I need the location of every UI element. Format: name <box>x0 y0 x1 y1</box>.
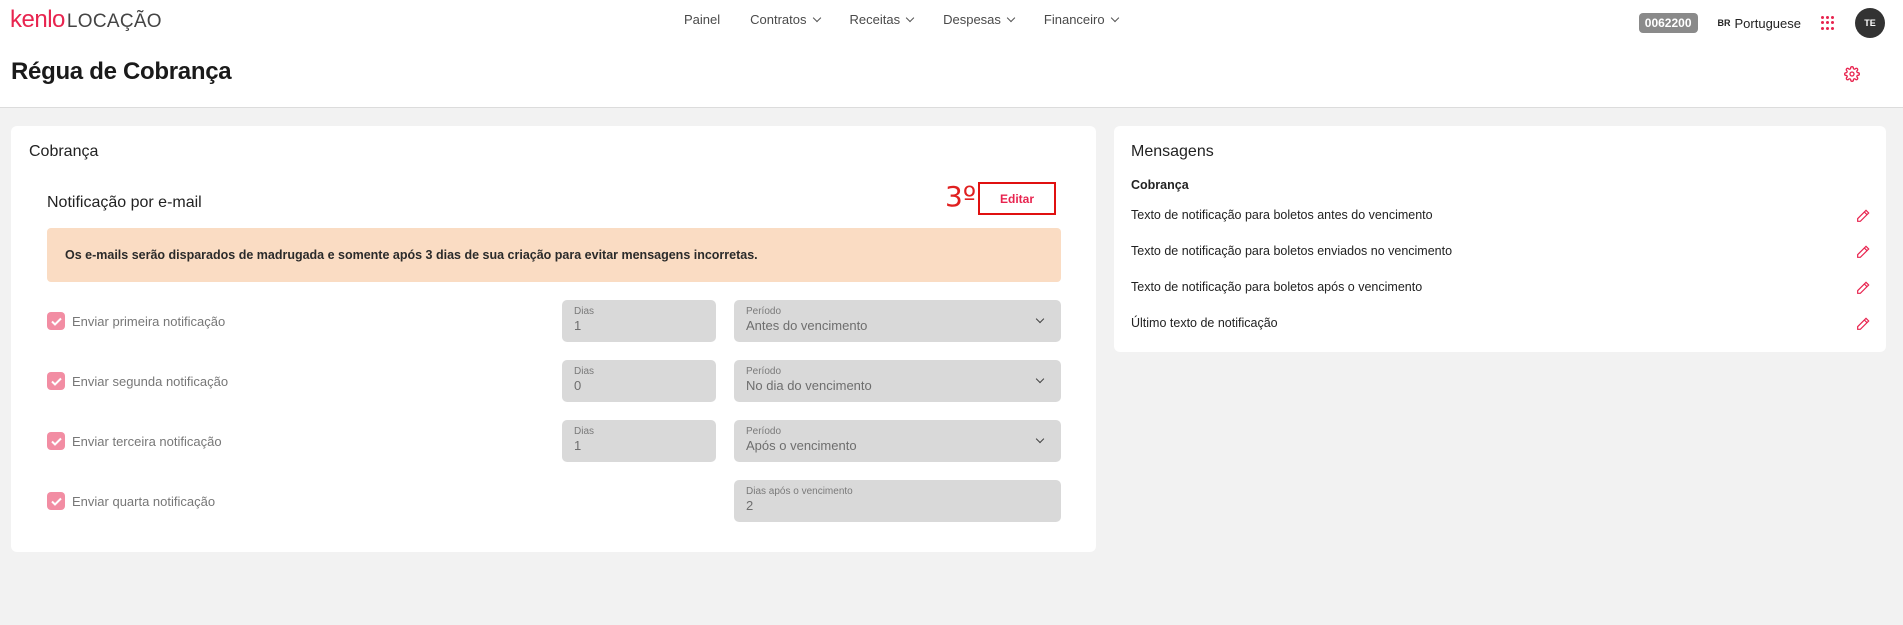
kenlo-logo[interactable]: kenlo LOCAÇÃO <box>10 6 162 34</box>
message-item: Último texto de notificação <box>1131 316 1871 336</box>
nav-item-painel[interactable]: Painel <box>684 12 720 27</box>
checkbox-checked[interactable] <box>47 492 65 510</box>
message-label: Texto de notificação para boletos enviad… <box>1131 244 1453 258</box>
field-value: 0 <box>574 378 582 393</box>
nav-item-label: Financeiro <box>1043 12 1105 27</box>
field-value: No dia do vencimento <box>746 378 872 393</box>
check-icon <box>50 377 62 386</box>
notification-row: Enviar terceira notificação Dias 1 Perío… <box>47 420 1061 462</box>
check-icon <box>50 497 62 506</box>
cobranca-card-title: Cobrança <box>29 143 99 160</box>
language-flag: BR <box>1717 18 1731 28</box>
mensagens-subtitle: Cobrança <box>1131 178 1189 192</box>
field-value: Antes do vencimento <box>746 318 868 333</box>
pencil-edit-icon[interactable] <box>1855 208 1871 224</box>
nav-item-label: Contratos <box>750 12 807 27</box>
checkbox-label: Enviar primeira notificação <box>72 313 226 329</box>
field-label: Dias após o vencimento <box>746 486 853 497</box>
notification-row: Enviar quarta notificação Dias após o ve… <box>47 480 1061 522</box>
gear-icon[interactable] <box>1844 66 1860 82</box>
notification-checkbox-group[interactable]: Enviar primeira notificação <box>47 312 225 330</box>
pencil-edit-icon[interactable] <box>1855 280 1871 296</box>
main-nav: Painel Contratos Receitas Despesas Finan… <box>684 12 1119 27</box>
mensagens-card-title: Mensagens <box>1131 143 1214 160</box>
pencil-edit-icon[interactable] <box>1855 244 1871 260</box>
edit-button[interactable]: Editar <box>978 182 1056 215</box>
notification-checkbox-group[interactable]: Enviar terceira notificação <box>47 432 222 450</box>
apps-grid-icon[interactable] <box>1821 16 1835 30</box>
check-icon <box>50 437 62 446</box>
field-value: 1 <box>574 318 582 333</box>
checkbox-label: Enviar quarta notificação <box>72 493 216 509</box>
periodo-select[interactable]: Período Antes do vencimento <box>734 300 1061 342</box>
checkbox-checked[interactable] <box>47 312 65 330</box>
nav-item-label: Despesas <box>943 12 1001 27</box>
header-right-group: 0062200 BR Portuguese TE <box>1638 8 1885 38</box>
nav-item-receitas[interactable]: Receitas <box>849 12 915 27</box>
logo-product: LOCAÇÃO <box>66 11 162 32</box>
periodo-select[interactable]: Período No dia do vencimento <box>734 360 1061 402</box>
nav-item-label: Receitas <box>849 12 901 27</box>
nav-item-financeiro[interactable]: Financeiro <box>1043 12 1119 27</box>
checkbox-label: Enviar segunda notificação <box>72 373 229 389</box>
account-code-badge: 0062200 <box>1638 13 1698 33</box>
page-header: Régua de Cobrança <box>0 40 1903 108</box>
checkbox-checked[interactable] <box>47 372 65 390</box>
dias-input[interactable]: Dias 1 <box>562 300 716 342</box>
field-label: Dias <box>574 306 595 317</box>
periodo-select[interactable]: Período Após o vencimento <box>734 420 1061 462</box>
nav-item-despesas[interactable]: Despesas <box>943 12 1016 27</box>
user-avatar[interactable]: TE <box>1855 8 1885 38</box>
nav-item-contratos[interactable]: Contratos <box>750 12 821 27</box>
cobranca-card: Cobrança Notificação por e-mail 3º Edita… <box>11 126 1096 552</box>
notification-row: Enviar segunda notificação Dias 0 Períod… <box>47 360 1061 402</box>
field-value: 2 <box>746 498 754 513</box>
message-item: Texto de notificação para boletos antes … <box>1131 208 1871 228</box>
nav-item-label: Painel <box>684 12 721 27</box>
message-label: Texto de notificação para boletos após o… <box>1131 280 1423 294</box>
notification-checkbox-group[interactable]: Enviar quarta notificação <box>47 492 215 510</box>
chevron-down-icon <box>1110 13 1119 22</box>
field-label: Período <box>746 366 782 377</box>
dias-input[interactable]: Dias 0 <box>562 360 716 402</box>
step-annotation: 3º <box>945 180 977 213</box>
email-notification-title: Notificação por e-mail <box>47 194 202 211</box>
language-label: Portuguese <box>1734 15 1802 31</box>
message-item: Texto de notificação para boletos enviad… <box>1131 244 1871 264</box>
checkbox-label: Enviar terceira notificação <box>72 433 222 449</box>
field-label: Período <box>746 306 782 317</box>
message-label: Último texto de notificação <box>1131 316 1278 330</box>
message-label: Texto de notificação para boletos antes … <box>1131 208 1433 222</box>
message-item: Texto de notificação para boletos após o… <box>1131 280 1871 300</box>
pencil-edit-icon[interactable] <box>1855 316 1871 332</box>
mensagens-card: Mensagens Cobrança Texto de notificação … <box>1114 126 1886 352</box>
page-title: Régua de Cobrança <box>11 58 232 85</box>
chevron-down-icon <box>905 13 915 22</box>
field-label: Dias <box>574 366 595 377</box>
field-label: Período <box>746 426 782 437</box>
checkbox-checked[interactable] <box>47 432 65 450</box>
notification-row: Enviar primeira notificação Dias 1 Perío… <box>47 300 1061 342</box>
chevron-down-icon <box>1006 13 1016 22</box>
field-value: 1 <box>574 438 582 453</box>
dias-apos-vencimento-input[interactable]: Dias após o vencimento 2 <box>734 480 1061 522</box>
notification-checkbox-group[interactable]: Enviar segunda notificação <box>47 372 228 390</box>
language-selector[interactable]: BR Portuguese <box>1718 16 1802 31</box>
check-icon <box>50 317 62 326</box>
field-label: Dias <box>574 426 595 437</box>
chevron-down-icon <box>812 13 821 22</box>
logo-brand: kenlo <box>10 6 65 33</box>
field-value: Após o vencimento <box>746 438 857 453</box>
dias-input[interactable]: Dias 1 <box>562 420 716 462</box>
top-navigation-bar: kenlo LOCAÇÃO Painel Contratos Receitas … <box>0 0 1903 40</box>
info-alert: Os e-mails serão disparados de madrugada… <box>47 228 1061 282</box>
